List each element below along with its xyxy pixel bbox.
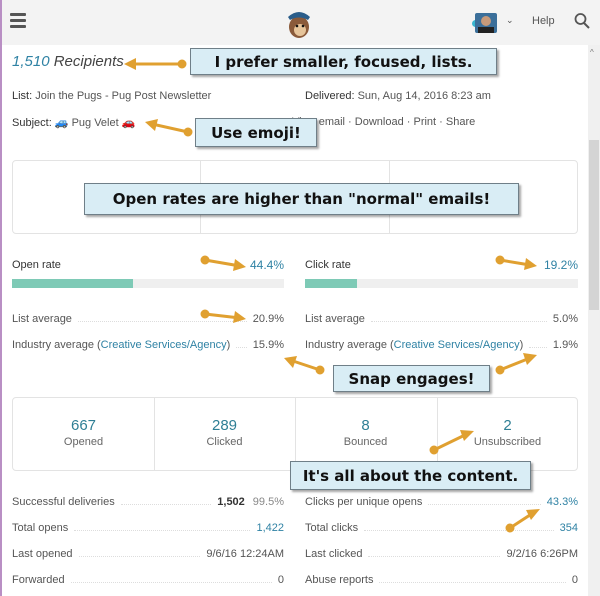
- callout-open-rates: Open rates are higher than "normal" emai…: [84, 183, 519, 215]
- callout-smaller-lists: I prefer smaller, focused, lists.: [190, 48, 497, 75]
- annotation-arrows: [124, 58, 540, 533]
- callout-emoji: Use emoji!: [195, 118, 317, 147]
- callout-content: It's all about the content.: [290, 461, 531, 490]
- callout-snap-engages: Snap engages!: [333, 365, 490, 392]
